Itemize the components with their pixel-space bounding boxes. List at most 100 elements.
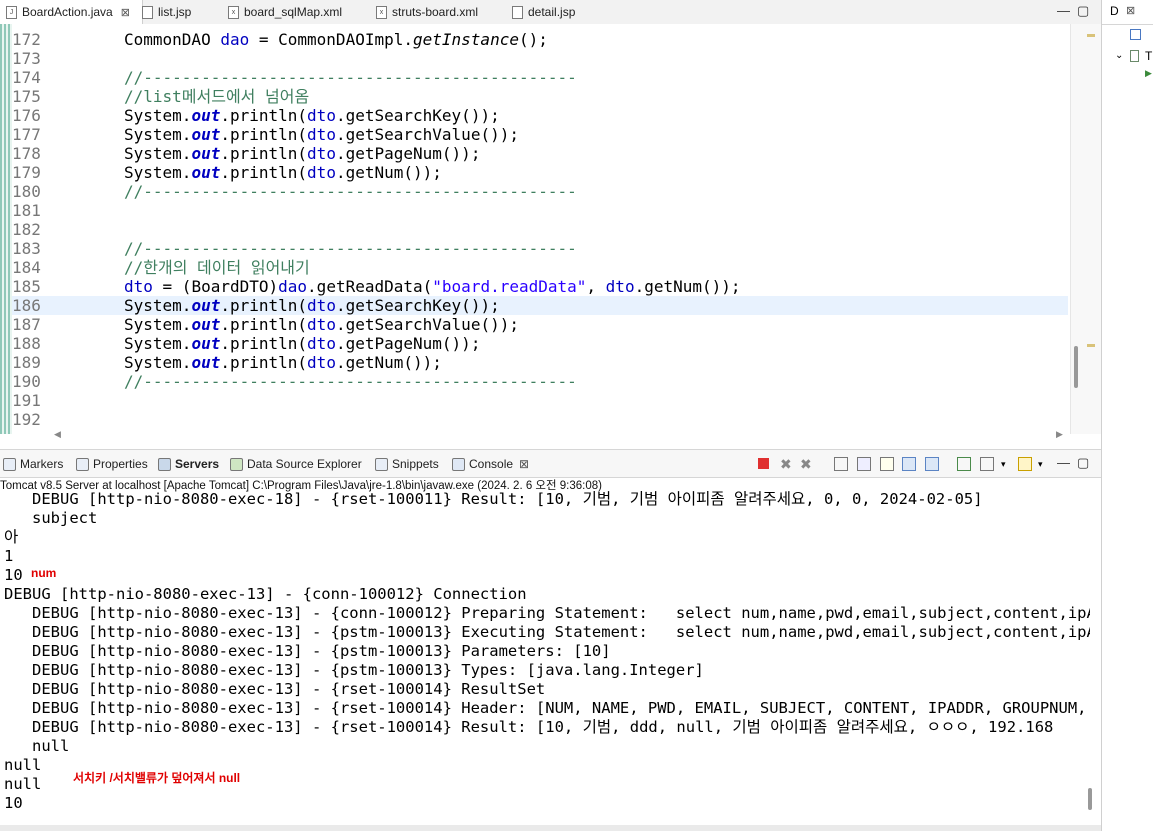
line-number: 179 (12, 163, 41, 182)
code-token: //--------------------------------------… (124, 182, 577, 201)
maximize-icon[interactable]: ▢ (1077, 3, 1089, 19)
remove-all-icon[interactable]: ✖ (800, 457, 814, 471)
code-line[interactable]: 184 //한개의 데이터 읽어내기 (12, 258, 1068, 277)
scroll-lock-icon[interactable] (857, 457, 871, 471)
line-number: 174 (12, 68, 41, 87)
console-scrollbar-thumb[interactable] (1088, 788, 1092, 810)
console-text: DEBUG [http-nio-8080-exec-13] - {rset-10… (4, 680, 546, 698)
code-line[interactable]: 192 (12, 410, 1068, 429)
close-icon[interactable]: ⊠ (1126, 4, 1135, 17)
minimize-icon[interactable]: — (1057, 3, 1070, 18)
code-line[interactable]: 175 //list메서드에서 넘어옴 (12, 87, 1068, 106)
overview-marker[interactable] (1087, 344, 1095, 347)
code-token: dto (307, 296, 336, 315)
code-line[interactable]: 191 (12, 391, 1068, 410)
code-token: //--------------------------------------… (124, 372, 577, 391)
pin-console-icon[interactable] (957, 457, 971, 471)
code-token: System. (124, 315, 192, 334)
xml-file-icon: x (376, 5, 387, 19)
code-token: //--------------------------------------… (124, 68, 577, 87)
close-icon[interactable]: ⊠ (519, 457, 529, 471)
code-line[interactable]: 177 System.out.println(dto.getSearchValue… (12, 125, 1068, 144)
tab-properties[interactable]: Properties (76, 455, 148, 473)
tab-console[interactable]: Console ⊠ (452, 455, 529, 473)
code-token: dto (307, 125, 336, 144)
scroll-left-icon[interactable]: ◀ (54, 429, 61, 440)
overview-marker[interactable] (1087, 34, 1095, 37)
chevron-down-icon[interactable]: ▾ (1001, 457, 1015, 471)
code-token: .getSearchValue()); (335, 125, 519, 144)
code-line[interactable]: 183 //-----------------------------------… (12, 239, 1068, 258)
line-number: 178 (12, 144, 41, 163)
console-text: 10 (4, 566, 23, 584)
terminate-icon[interactable] (758, 458, 769, 469)
chevron-down-icon[interactable]: ▾ (1038, 457, 1052, 471)
scrollbar-thumb[interactable] (1074, 346, 1078, 388)
console-line: 10 (0, 794, 1090, 813)
scroll-right-icon[interactable]: ▶ (1056, 429, 1063, 440)
code-line[interactable]: 172 CommonDAO dao = CommonDAOImpl.getInst… (12, 30, 1068, 49)
code-line[interactable]: 173 (12, 49, 1068, 68)
tree-item-label[interactable]: T (1145, 49, 1152, 63)
console-line: 10 (0, 566, 1090, 585)
word-wrap-icon[interactable] (880, 457, 894, 471)
code-token: System. (124, 144, 192, 163)
display-console-icon[interactable] (980, 457, 994, 471)
code-token: .getSearchKey()); (335, 106, 500, 125)
code-line[interactable]: 181 (12, 201, 1068, 220)
code-token: out (191, 163, 221, 182)
line-number: 172 (12, 30, 41, 49)
code-token: dto (307, 163, 336, 182)
code-text: CommonDAO dao = CommonDAOImpl.getInstanc… (124, 30, 548, 49)
code-editor[interactable]: 172 CommonDAO dao = CommonDAOImpl.getInst… (0, 24, 1101, 445)
code-line[interactable]: 187 System.out.println(dto.getSearchValue… (12, 315, 1068, 334)
horizontal-scrollbar[interactable]: ◀ ▶ (50, 429, 1068, 443)
code-token: out (191, 106, 221, 125)
tab-boardaction-java[interactable]: J BoardAction.java ⊠ (0, 0, 143, 24)
code-line[interactable]: 186 System.out.println(dto.getSearchKey()… (12, 296, 1068, 315)
code-line[interactable]: 188 System.out.println(dto.getPageNum()); (12, 334, 1068, 353)
tab-markers[interactable]: Markers (3, 455, 63, 473)
tab-snippets[interactable]: Snippets (375, 455, 439, 473)
show-on-stdout-icon[interactable] (902, 457, 916, 471)
code-text: //--------------------------------------… (124, 68, 577, 87)
collapse-all-icon[interactable] (1130, 29, 1141, 40)
code-text: //한개의 데이터 읽어내기 (124, 258, 310, 277)
show-on-stderr-icon[interactable] (925, 457, 939, 471)
remove-launch-icon[interactable]: ✖ (780, 457, 794, 471)
clear-console-icon[interactable] (834, 457, 848, 471)
tab-data-source-explorer[interactable]: Data Source Explorer (230, 455, 362, 473)
code-token: .getSearchKey()); (335, 296, 500, 315)
code-token: .getPageNum()); (335, 334, 481, 353)
tab-label: Servers (175, 457, 220, 471)
minimize-icon[interactable]: — (1057, 455, 1070, 470)
code-line[interactable]: 189 System.out.println(dto.getNum()); (12, 353, 1068, 372)
tab-servers[interactable]: Servers (158, 455, 219, 473)
console-line: 1 (0, 547, 1090, 566)
code-line[interactable]: 179 System.out.println(dto.getNum()); (12, 163, 1068, 182)
open-console-icon[interactable] (1018, 457, 1032, 471)
line-number: 180 (12, 182, 41, 201)
code-line[interactable]: 178 System.out.println(dto.getPageNum()); (12, 144, 1068, 163)
code-line[interactable]: 185 dto = (BoardDTO)dao.getReadData("boar… (12, 277, 1068, 296)
chevron-down-icon[interactable]: ⌄ (1115, 50, 1123, 61)
code-token: out (191, 353, 221, 372)
code-line[interactable]: 174 //-----------------------------------… (12, 68, 1068, 87)
code-line[interactable]: 182 (12, 220, 1068, 239)
code-line[interactable]: 180 //-----------------------------------… (12, 182, 1068, 201)
console-line: DEBUG [http-nio-8080-exec-13] - {pstm-10… (0, 642, 1090, 661)
tab-label: Properties (93, 457, 148, 471)
tab-detail-jsp[interactable]: detail.jsp (512, 0, 575, 24)
right-pane-tab[interactable]: D (1110, 4, 1119, 18)
close-icon[interactable]: ⊠ (121, 6, 130, 19)
code-token: .println( (220, 125, 308, 144)
code-line[interactable]: 190 //-----------------------------------… (12, 372, 1068, 391)
tab-board-sqlmap-xml[interactable]: x board_sqlMap.xml (228, 0, 342, 24)
maximize-icon[interactable]: ▢ (1077, 455, 1089, 471)
code-line[interactable]: 176 System.out.println(dto.getSearchKey()… (12, 106, 1068, 125)
code-lines[interactable]: 172 CommonDAO dao = CommonDAOImpl.getInst… (12, 30, 1068, 429)
tab-list-jsp[interactable]: list.jsp (142, 0, 191, 24)
console-text: null (4, 775, 42, 793)
console-text: null (4, 756, 42, 774)
tab-struts-board-xml[interactable]: x struts-board.xml (376, 0, 478, 24)
